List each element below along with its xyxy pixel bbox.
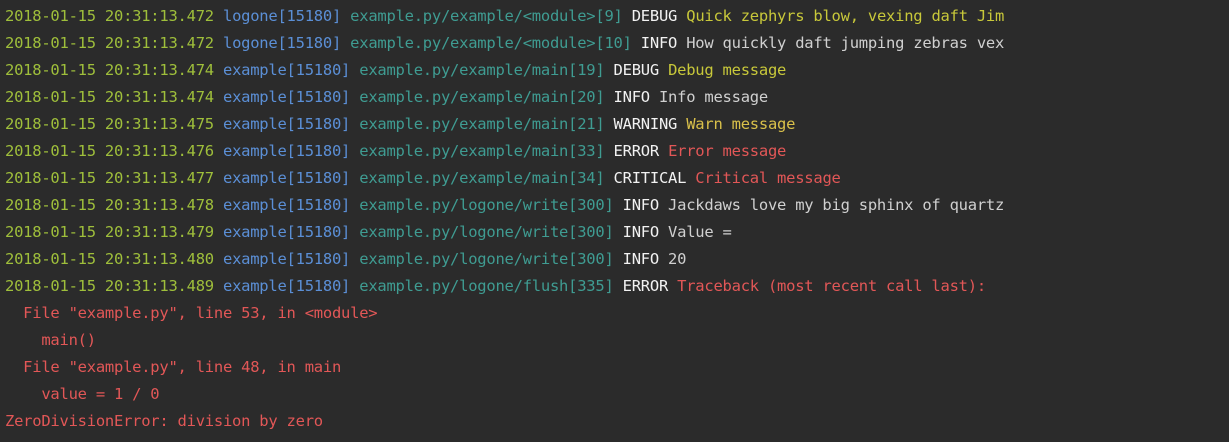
log-level: INFO — [622, 223, 660, 241]
traceback-line: main() — [5, 331, 96, 349]
logger-name: example[15180] — [222, 169, 351, 187]
timestamp: 2018-01-15 20:31:13.477 — [5, 169, 214, 187]
source-location: example.py/logone/write[300] — [359, 250, 614, 268]
log-line: 2018-01-15 20:31:13.489 example[15180] e… — [5, 273, 1229, 300]
log-level: CRITICAL — [613, 169, 687, 187]
log-message: Critical message — [695, 169, 841, 187]
timestamp: 2018-01-15 20:31:13.474 — [5, 61, 214, 79]
log-level: ERROR — [622, 277, 669, 295]
source-location: example.py/example/<module>[10] — [350, 34, 632, 52]
timestamp: 2018-01-15 20:31:13.472 — [5, 34, 214, 52]
log-message: Quick zephyrs blow, vexing daft Jim — [686, 7, 1005, 25]
timestamp: 2018-01-15 20:31:13.479 — [5, 223, 214, 241]
source-location: example.py/example/main[33] — [359, 142, 605, 160]
traceback-error-line: ZeroDivisionError: division by zero — [5, 412, 323, 430]
source-location: example.py/example/main[19] — [359, 61, 605, 79]
timestamp: 2018-01-15 20:31:13.476 — [5, 142, 214, 160]
log-line: 2018-01-15 20:31:13.472 logone[15180] ex… — [5, 30, 1229, 57]
log-message: How quickly daft jumping zebras vex — [686, 34, 1005, 52]
log-level: INFO — [613, 88, 651, 106]
timestamp: 2018-01-15 20:31:13.474 — [5, 88, 214, 106]
log-message: Warn message — [686, 115, 796, 133]
log-line: 2018-01-15 20:31:13.478 example[15180] e… — [5, 192, 1229, 219]
log-line: 2018-01-15 20:31:13.480 example[15180] e… — [5, 246, 1229, 273]
timestamp: 2018-01-15 20:31:13.475 — [5, 115, 214, 133]
log-line: 2018-01-15 20:31:13.477 example[15180] e… — [5, 165, 1229, 192]
log-line: 2018-01-15 20:31:13.474 example[15180] e… — [5, 84, 1229, 111]
timestamp: 2018-01-15 20:31:13.478 — [5, 196, 214, 214]
log-level: DEBUG — [631, 7, 678, 25]
log-line: 2018-01-15 20:31:13.479 example[15180] e… — [5, 219, 1229, 246]
source-location: example.py/logone/write[300] — [359, 223, 614, 241]
source-location: example.py/logone/flush[335] — [359, 277, 614, 295]
log-level: INFO — [640, 34, 678, 52]
traceback-line: value = 1 / 0 — [5, 385, 160, 403]
logger-name: logone[15180] — [222, 34, 342, 52]
log-message: Traceback (most recent call last): — [677, 277, 986, 295]
log-message: 20 — [668, 250, 687, 268]
source-location: example.py/example/main[34] — [359, 169, 605, 187]
logger-name: example[15180] — [222, 250, 351, 268]
timestamp: 2018-01-15 20:31:13.480 — [5, 250, 214, 268]
log-message: Debug message — [668, 61, 787, 79]
log-line: 2018-01-15 20:31:13.476 example[15180] e… — [5, 138, 1229, 165]
timestamp: 2018-01-15 20:31:13.472 — [5, 7, 214, 25]
log-message: Info message — [658, 88, 768, 106]
source-location: example.py/example/<module>[9] — [350, 7, 623, 25]
logger-name: example[15180] — [222, 223, 351, 241]
log-level: INFO — [622, 196, 660, 214]
traceback-line: File "example.py", line 48, in main — [5, 358, 342, 376]
log-message: Error message — [668, 142, 787, 160]
timestamp: 2018-01-15 20:31:13.489 — [5, 277, 214, 295]
log-message: Jackdaws love my big sphinx of quartz — [668, 196, 1005, 214]
log-line: 2018-01-15 20:31:13.472 logone[15180] ex… — [5, 3, 1229, 30]
logger-name: example[15180] — [222, 88, 351, 106]
traceback-line: File "example.py", line 53, in <module> — [5, 304, 378, 322]
log-line: 2018-01-15 20:31:13.475 example[15180] e… — [5, 111, 1229, 138]
log-message: Value = — [668, 223, 732, 241]
log-level: INFO — [622, 250, 660, 268]
logger-name: example[15180] — [222, 61, 351, 79]
logger-name: example[15180] — [222, 277, 351, 295]
source-location: example.py/example/main[20] — [359, 88, 605, 106]
logger-name: example[15180] — [222, 115, 351, 133]
terminal-output[interactable]: 2018-01-15 20:31:13.472 logone[15180] ex… — [0, 0, 1229, 442]
logger-name: example[15180] — [222, 142, 351, 160]
logger-name: example[15180] — [222, 196, 351, 214]
source-location: example.py/example/main[21] — [359, 115, 605, 133]
log-level: DEBUG — [613, 61, 660, 79]
logger-name: logone[15180] — [222, 7, 342, 25]
log-level: ERROR — [613, 142, 660, 160]
source-location: example.py/logone/write[300] — [359, 196, 614, 214]
log-level: WARNING — [613, 115, 678, 133]
log-line: 2018-01-15 20:31:13.474 example[15180] e… — [5, 57, 1229, 84]
